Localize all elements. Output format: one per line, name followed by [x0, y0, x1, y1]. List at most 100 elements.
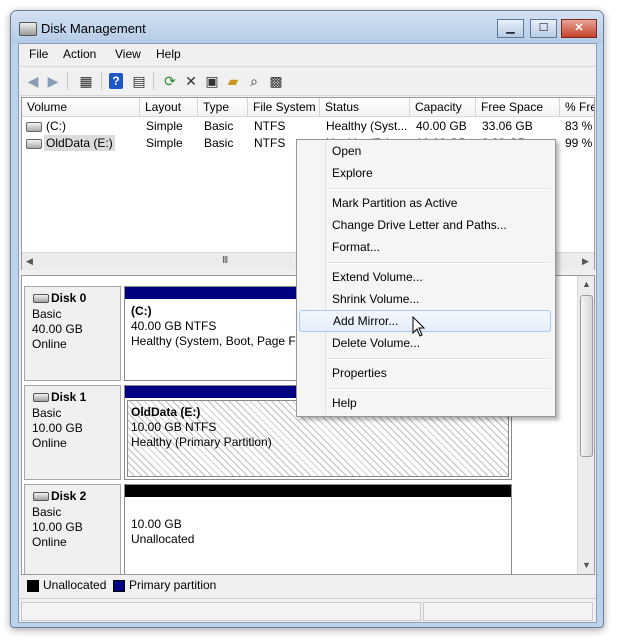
partition-title: (C:)	[131, 304, 152, 318]
scroll-left-icon[interactable]: ◀	[26, 256, 33, 267]
partition-size: 10.00 GB	[131, 517, 182, 531]
menu-separator	[328, 262, 550, 264]
open-folder-icon[interactable]: ▰	[224, 72, 242, 90]
disk-icon	[33, 294, 49, 303]
scrollbar-grip[interactable]: III	[222, 255, 228, 266]
show-hide-icon[interactable]: ▤	[130, 72, 148, 90]
menu-separator	[328, 188, 550, 190]
cell-percent-free: 99 %	[565, 136, 593, 150]
legend-unallocated: Unallocated	[43, 578, 107, 592]
minimize-button[interactable]: ▁	[497, 19, 524, 38]
disk-type: Basic	[32, 406, 62, 420]
disk-icon	[33, 492, 49, 501]
disk-state: Online	[32, 436, 67, 450]
menu-item-change-drive-letter[interactable]: Change Drive Letter and Paths...	[299, 214, 551, 236]
column-header-volume[interactable]: Volume	[22, 98, 140, 117]
disk-settings-icon[interactable]: ▩	[267, 72, 285, 90]
menu-item-format[interactable]: Format...	[299, 236, 551, 258]
console-tree-icon[interactable]: ▦	[77, 72, 95, 90]
disk-name: Disk 0	[51, 291, 87, 305]
menu-bar: File Action View Help	[19, 44, 596, 64]
column-header-layout[interactable]: Layout	[140, 98, 198, 117]
title-bar: Disk Management ▁ ☐ ✕	[11, 11, 603, 43]
menu-action[interactable]: Action	[63, 47, 96, 61]
scrollbar-thumb[interactable]	[580, 295, 593, 457]
column-header-type[interactable]: Type	[198, 98, 248, 117]
primary-partition-swatch	[113, 580, 125, 592]
disk-size: 40.00 GB	[32, 322, 83, 336]
unallocated-space[interactable]: 10.00 GB Unallocated	[124, 484, 512, 574]
back-arrow-icon[interactable]: ◀	[24, 72, 42, 90]
cell-status: Healthy (Syst...	[326, 119, 408, 133]
minimize-icon: ▁	[506, 22, 515, 34]
legend-primary-partition: Primary partition	[129, 578, 217, 592]
status-segment	[423, 602, 593, 621]
column-header-status[interactable]: Status	[320, 98, 410, 117]
cell-type: Basic	[204, 136, 234, 150]
menu-item-open[interactable]: Open	[299, 140, 551, 162]
disk-management-icon	[19, 22, 37, 36]
disk-icon	[33, 393, 49, 402]
unallocated-swatch	[27, 580, 39, 592]
search-icon[interactable]: ⌕	[245, 72, 263, 90]
drive-icon	[26, 139, 42, 149]
disk-state: Online	[32, 535, 67, 549]
column-header-percent-free[interactable]: % Fre	[560, 98, 594, 117]
column-header-free-space[interactable]: Free Space	[476, 98, 560, 117]
cell-file-system: NTFS	[254, 119, 286, 133]
vertical-scrollbar[interactable]: ▲ ▼	[577, 276, 594, 574]
refresh-icon[interactable]: ⟳	[161, 72, 179, 90]
menu-file[interactable]: File	[29, 47, 48, 61]
help-icon[interactable]: ?	[109, 73, 123, 89]
delete-icon[interactable]: ✕	[182, 72, 200, 90]
unallocated-bar	[125, 485, 511, 497]
mouse-pointer-icon	[412, 316, 426, 337]
cell-free-space: 33.06 GB	[482, 119, 533, 133]
column-header-file-system[interactable]: File System	[248, 98, 320, 117]
drive-icon	[26, 122, 42, 132]
menu-item-shrink-volume[interactable]: Shrink Volume...	[299, 288, 551, 310]
disk-size: 10.00 GB	[32, 520, 83, 534]
partition-title: OldData (E:)	[131, 405, 201, 419]
menu-item-help[interactable]: Help	[299, 392, 551, 414]
disk-state: Online	[32, 337, 67, 351]
scroll-right-icon[interactable]: ▶	[582, 256, 589, 267]
context-menu: Open Explore Mark Partition as Active Ch…	[296, 139, 556, 417]
disk-2-label[interactable]: Disk 2 Basic 10.00 GB Online	[24, 484, 121, 574]
menu-item-properties[interactable]: Properties	[299, 362, 551, 384]
toolbar: ◀ ▶ ▦ ? ▤ ⟳ ✕ ▣ ▰ ⌕ ▩	[19, 66, 596, 96]
cell-layout: Simple	[146, 119, 183, 133]
disk-name: Disk 1	[51, 390, 87, 404]
maximize-icon: ☐	[538, 22, 549, 34]
cell-type: Basic	[204, 119, 234, 133]
partition-size: 10.00 GB NTFS	[131, 420, 217, 434]
disk-0-label[interactable]: Disk 0 Basic 40.00 GB Online	[24, 286, 121, 381]
menu-item-extend-volume[interactable]: Extend Volume...	[299, 266, 551, 288]
cell-percent-free: 83 %	[565, 119, 593, 133]
cell-volume: (C:)	[46, 119, 66, 133]
disk-1-label[interactable]: Disk 1 Basic 10.00 GB Online	[24, 385, 121, 480]
disk-type: Basic	[32, 505, 62, 519]
menu-separator	[328, 358, 550, 360]
menu-view[interactable]: View	[115, 47, 141, 61]
menu-separator	[328, 388, 550, 390]
cell-volume: OldData (E:)	[44, 135, 115, 151]
disk-size: 10.00 GB	[32, 421, 83, 435]
disk-type: Basic	[32, 307, 62, 321]
status-bar	[19, 598, 596, 623]
maximize-button[interactable]: ☐	[530, 19, 557, 38]
scroll-down-icon[interactable]: ▼	[582, 560, 591, 570]
cell-file-system: NTFS	[254, 136, 286, 150]
scroll-up-icon[interactable]: ▲	[582, 279, 591, 289]
forward-arrow-icon[interactable]: ▶	[44, 72, 62, 90]
partition-size: 40.00 GB NTFS	[131, 319, 217, 333]
menu-item-explore[interactable]: Explore	[299, 162, 551, 184]
close-button[interactable]: ✕	[561, 19, 597, 38]
menu-help[interactable]: Help	[156, 47, 181, 61]
column-header-capacity[interactable]: Capacity	[410, 98, 476, 117]
properties-icon[interactable]: ▣	[203, 72, 221, 90]
status-segment	[21, 602, 421, 621]
cell-capacity: 40.00 GB	[416, 119, 467, 133]
window-title: Disk Management	[41, 21, 146, 36]
menu-item-mark-active[interactable]: Mark Partition as Active	[299, 192, 551, 214]
